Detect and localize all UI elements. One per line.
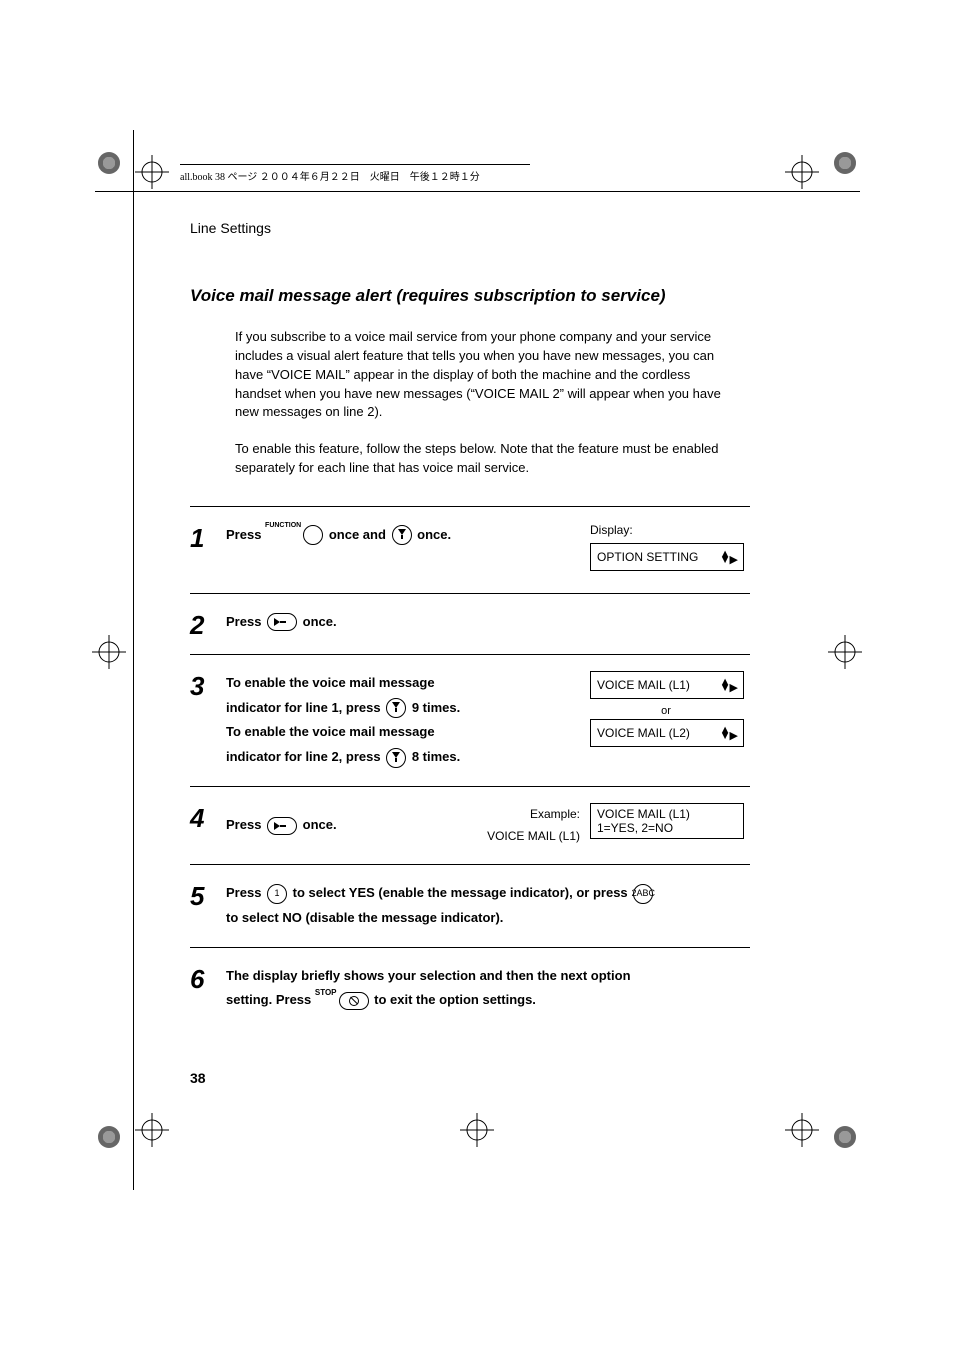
- intro-paragraph-1: If you subscribe to a voice mail service…: [235, 328, 735, 422]
- section-heading: Voice mail message alert (requires subsc…: [190, 286, 750, 306]
- text: indicator for line 2, press: [226, 749, 384, 764]
- display-text: VOICE MAIL (L2): [597, 726, 690, 740]
- corner-mark-bl: [98, 1126, 120, 1148]
- step-display: VOICE MAIL (L1) ▲▼▶ or VOICE MAIL (L2) ▲…: [590, 671, 750, 753]
- page-number: 38: [190, 1070, 206, 1086]
- text: 9 times.: [412, 700, 460, 715]
- lcd-display-box: OPTION SETTING ▲▼▶: [590, 543, 744, 571]
- corner-mark-tr: [834, 152, 856, 174]
- registration-mark: [135, 155, 169, 189]
- stop-key-label: STOP: [315, 985, 337, 1000]
- display-label: Display:: [590, 523, 750, 537]
- step-number: 2: [190, 610, 226, 638]
- or-label: or: [590, 705, 742, 717]
- nav-arrows-icon: ▲▼▶: [720, 727, 737, 739]
- text: Press: [226, 527, 265, 542]
- text: once.: [417, 527, 451, 542]
- example-block: Example: VOICE MAIL (L1): [470, 803, 590, 849]
- lcd-display-box: VOICE MAIL (L2) ▲▼▶: [590, 719, 744, 747]
- step-instruction: To enable the voice mail message indicat…: [226, 671, 590, 770]
- step-display: VOICE MAIL (L1) 1=YES, 2=NO: [590, 803, 750, 845]
- text: once.: [303, 614, 337, 629]
- text: The display briefly shows your selection…: [226, 964, 750, 989]
- right-arrow-key-icon: [267, 817, 297, 835]
- function-key-icon: [303, 525, 323, 545]
- down-arrow-key-icon: [392, 525, 412, 545]
- crop-line: [133, 130, 134, 1190]
- lcd-display-box: VOICE MAIL (L1) 1=YES, 2=NO: [590, 803, 744, 839]
- source-meta-line: all.book 38 ページ ２００４年６月２２日 火曜日 午後１２時１分: [180, 164, 530, 183]
- registration-mark: [785, 155, 819, 189]
- registration-mark: [828, 635, 862, 669]
- example-label: Example:: [470, 803, 580, 826]
- step-instruction: Press once.: [226, 610, 590, 635]
- step-4: 4 Press once. Example: VOICE MAIL (L1) V…: [190, 787, 750, 866]
- running-header: Line Settings: [190, 220, 750, 236]
- corner-mark-br: [834, 1126, 856, 1148]
- registration-mark: [785, 1113, 819, 1147]
- text: To enable the voice mail message: [226, 720, 590, 745]
- registration-mark: [460, 1113, 494, 1147]
- keypad-1-icon: 1: [267, 884, 287, 904]
- step-2: 2 Press once.: [190, 594, 750, 655]
- text: once and: [329, 527, 390, 542]
- down-arrow-key-icon: [386, 698, 406, 718]
- step-instruction: Press FUNCTION once and once.: [226, 523, 590, 548]
- nav-arrows-icon: ▲▼▶: [720, 679, 737, 691]
- corner-mark-tl: [98, 152, 120, 174]
- steps-list: 1 Press FUNCTION once and once. Display:…: [190, 506, 750, 1029]
- text: to select YES (enable the message indica…: [293, 885, 632, 900]
- intro-paragraph-2: To enable this feature, follow the steps…: [235, 440, 735, 478]
- display-text: VOICE MAIL (L1): [597, 807, 737, 821]
- text: to select NO (disable the message indica…: [226, 906, 750, 931]
- step-1: 1 Press FUNCTION once and once. Display:…: [190, 507, 750, 594]
- page-content: Line Settings Voice mail message alert (…: [190, 220, 750, 1029]
- step-3: 3 To enable the voice mail message indic…: [190, 655, 750, 787]
- step-display: Display: OPTION SETTING ▲▼▶: [590, 523, 750, 577]
- display-text: 1=YES, 2=NO: [597, 821, 737, 835]
- text: once.: [303, 817, 337, 832]
- text: Press: [226, 614, 265, 629]
- text: Press: [226, 817, 265, 832]
- step-instruction: Press 1 to select YES (enable the messag…: [226, 881, 750, 930]
- registration-mark: [92, 635, 126, 669]
- function-key-label: FUNCTION: [265, 519, 301, 532]
- down-arrow-key-icon: [386, 748, 406, 768]
- stop-key-icon: [339, 992, 369, 1010]
- crop-line: [95, 191, 860, 192]
- step-6: 6 The display briefly shows your selecti…: [190, 948, 750, 1029]
- display-text: VOICE MAIL (L1): [597, 678, 690, 692]
- text: To enable the voice mail message: [226, 671, 590, 696]
- step-number: 3: [190, 671, 226, 699]
- registration-mark: [135, 1113, 169, 1147]
- nav-arrows-icon: ▲▼▶: [720, 551, 737, 563]
- text: indicator for line 1, press: [226, 700, 384, 715]
- text: Press: [226, 885, 265, 900]
- step-number: 6: [190, 964, 226, 992]
- step-number: 1: [190, 523, 226, 551]
- example-value: VOICE MAIL (L1): [470, 825, 580, 848]
- step-number: 5: [190, 881, 226, 909]
- step-5: 5 Press 1 to select YES (enable the mess…: [190, 865, 750, 947]
- text: 8 times.: [412, 749, 460, 764]
- step-instruction: The display briefly shows your selection…: [226, 964, 750, 1013]
- step-number: 4: [190, 803, 226, 831]
- right-arrow-key-icon: [267, 613, 297, 631]
- step-instruction: Press once. Example: VOICE MAIL (L1): [226, 803, 590, 849]
- keypad-2-icon: 2ABC: [633, 884, 653, 904]
- display-text: OPTION SETTING: [597, 550, 698, 564]
- text: to exit the option settings.: [374, 992, 536, 1007]
- text: setting. Press: [226, 992, 315, 1007]
- lcd-display-box: VOICE MAIL (L1) ▲▼▶: [590, 671, 744, 699]
